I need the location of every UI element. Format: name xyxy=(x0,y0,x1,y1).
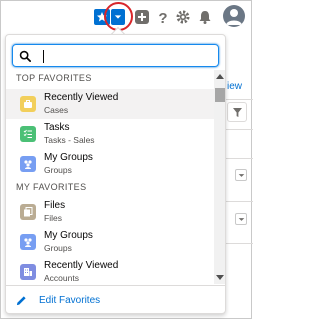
user-avatar[interactable] xyxy=(223,5,245,27)
favorite-item[interactable]: Recently Viewed Accounts xyxy=(6,257,214,284)
edit-favorites-label: Edit Favorites xyxy=(39,294,101,306)
favorites-panel: TOP FAVORITES Recently Viewed Cases Task… xyxy=(5,34,226,314)
files-icon xyxy=(20,204,36,220)
background-link-fragment[interactable]: iew xyxy=(227,81,242,92)
favorite-item[interactable]: My Groups Groups xyxy=(6,227,214,257)
edit-favorites-button[interactable]: Edit Favorites xyxy=(6,285,225,313)
favorite-item-title: My Groups xyxy=(44,230,93,241)
svg-text:?: ? xyxy=(158,10,167,25)
chevron-down-icon xyxy=(238,173,244,177)
favorite-item-title: Tasks xyxy=(44,122,70,133)
cases-icon xyxy=(20,96,36,112)
app-frame: ? iew TOP FAVORITES Recently Viewed Case… xyxy=(0,0,253,319)
divider xyxy=(223,129,253,130)
setup-gear-icon[interactable] xyxy=(175,9,191,25)
favorite-item-subtitle: Cases xyxy=(44,105,69,115)
section-label-my-favorites: MY FAVORITES xyxy=(16,182,87,192)
divider xyxy=(223,99,253,100)
row-action-dropdown[interactable] xyxy=(235,169,247,181)
favorite-item-title: My Groups xyxy=(44,152,93,163)
groups-icon xyxy=(20,156,36,172)
add-icon[interactable] xyxy=(134,9,150,25)
favorite-item-title: Recently Viewed xyxy=(44,92,119,103)
accounts-icon xyxy=(20,264,36,280)
scroll-up-arrow-icon[interactable] xyxy=(216,74,224,79)
scroll-thumb[interactable] xyxy=(215,88,225,102)
chevron-down-icon xyxy=(238,217,244,221)
favorite-item[interactable]: Files Files xyxy=(6,197,214,227)
favorite-item-title: Recently Viewed xyxy=(44,260,119,271)
favorite-item-subtitle: Accounts xyxy=(44,273,79,283)
search-icon xyxy=(19,50,31,62)
scroll-down-arrow-icon[interactable] xyxy=(216,275,224,280)
row-action-dropdown[interactable] xyxy=(235,213,247,225)
edit-pencil-icon xyxy=(16,295,26,305)
notifications-bell-icon[interactable] xyxy=(197,9,213,25)
text-cursor xyxy=(43,50,44,63)
favorites-list: TOP FAVORITES Recently Viewed Cases Task… xyxy=(6,70,214,284)
global-header: ? xyxy=(1,1,253,35)
divider xyxy=(223,158,253,159)
groups-icon xyxy=(20,234,36,250)
favorite-item-subtitle: Tasks - Sales xyxy=(44,135,95,145)
filter-button[interactable] xyxy=(227,102,247,122)
divider xyxy=(223,201,253,202)
help-icon[interactable]: ? xyxy=(155,9,171,25)
user-icon xyxy=(226,9,242,25)
favorite-item[interactable]: Tasks Tasks - Sales xyxy=(6,119,214,149)
favorites-search-input[interactable] xyxy=(35,46,205,65)
favorite-item-subtitle: Groups xyxy=(44,165,72,175)
favorites-search[interactable] xyxy=(12,44,219,67)
favorite-item-subtitle: Files xyxy=(44,213,62,223)
filter-icon xyxy=(232,107,242,117)
favorite-item[interactable]: Recently Viewed Cases xyxy=(6,89,214,119)
favorite-item[interactable]: My Groups Groups xyxy=(6,149,214,179)
favorite-item-title: Files xyxy=(44,200,66,211)
favorites-scrollbar[interactable] xyxy=(214,70,225,284)
tasks-icon xyxy=(20,126,36,142)
divider xyxy=(223,243,253,244)
favorite-item-subtitle: Groups xyxy=(44,243,72,253)
section-label-top-favorites: TOP FAVORITES xyxy=(16,73,92,83)
